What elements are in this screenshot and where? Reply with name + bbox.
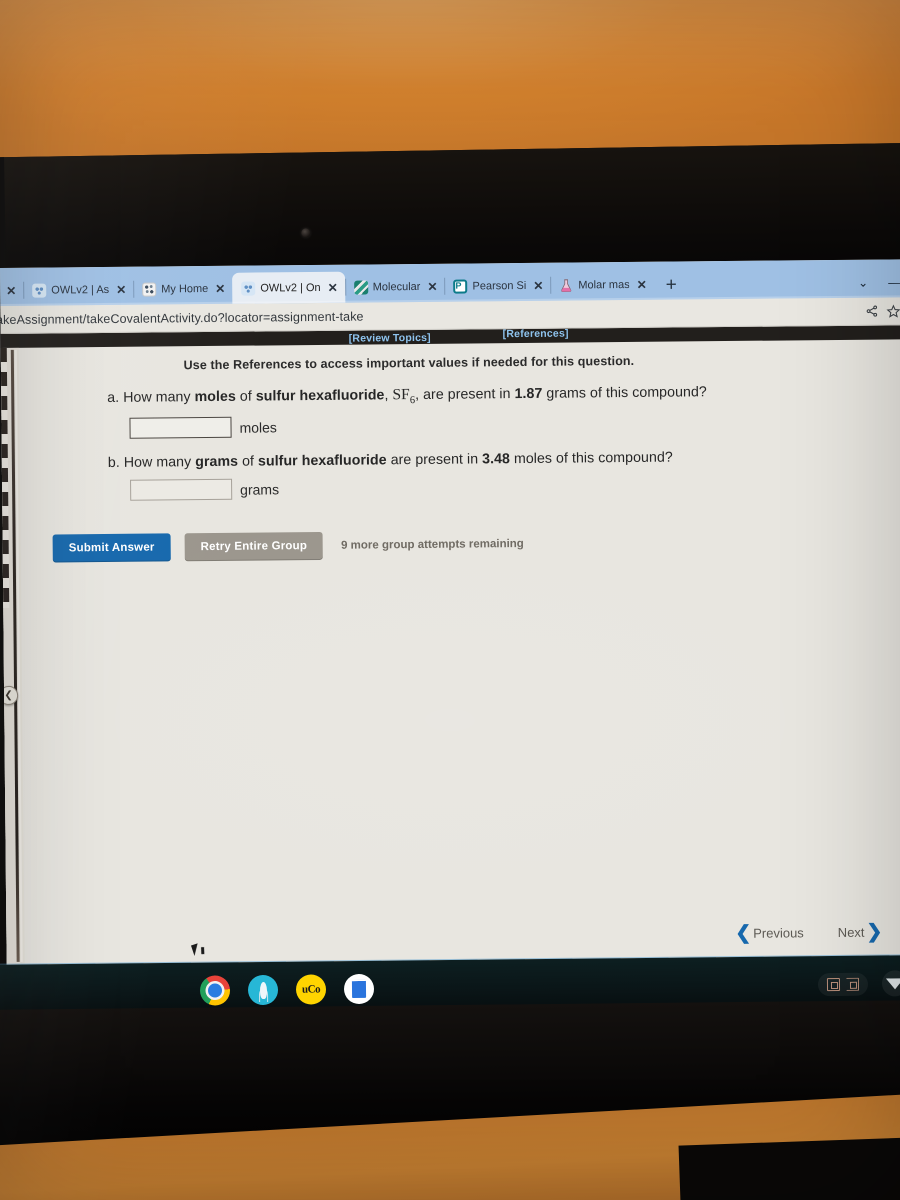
unit-label-grams: grams	[240, 480, 280, 498]
owl-assignment-page: [Review Topics] [References] ❮ Use the R…	[0, 325, 900, 968]
answer-input-grams[interactable]	[130, 478, 233, 501]
attempts-remaining-text: 9 more group attempts remaining	[341, 538, 524, 552]
question-b-pre: How many	[123, 454, 196, 471]
wifi-icon[interactable]	[881, 970, 900, 997]
question-b-amount: 3.48	[482, 451, 510, 468]
tab-title: Molecular	[372, 280, 421, 293]
question-a-bold-compound: sulfur hexafluoride	[255, 387, 385, 405]
system-tray[interactable]	[817, 972, 869, 996]
page-navigation: ❮ Previous Next ❯	[735, 921, 883, 944]
question-b-label: b.	[107, 454, 120, 472]
tab-title: My Home	[161, 282, 209, 295]
answer-row-b: grams	[30, 473, 890, 502]
question-b-mid1: of	[237, 453, 259, 470]
submit-answer-button[interactable]: Submit Answer	[52, 533, 171, 563]
screen-half-icon	[845, 977, 860, 991]
question-a-pre: How many	[123, 389, 195, 406]
browser-tab-molecular[interactable]: Molecular ✕	[345, 271, 445, 303]
retry-entire-group-button[interactable]: Retry Entire Group	[184, 532, 324, 562]
close-icon[interactable]: ✕	[328, 280, 338, 294]
screen-icon	[826, 977, 841, 991]
question-a-label: a.	[107, 389, 120, 406]
question-b-bold-grams: grams	[195, 453, 239, 471]
answer-input-moles[interactable]	[129, 416, 232, 439]
question-a-text: a. How many moles of sulfur hexafluoride…	[29, 381, 889, 409]
next-button[interactable]: Next ❯	[837, 921, 883, 943]
shelf-spacer	[374, 984, 818, 989]
chevron-down-icon[interactable]: ⌄	[848, 276, 878, 298]
owl-icon	[32, 283, 47, 298]
unit-label-moles: moles	[239, 418, 277, 436]
bookmark-star-icon[interactable]	[882, 302, 900, 320]
chevron-right-icon: ❯	[866, 921, 883, 943]
chemical-formula-sf6: SF6	[392, 386, 416, 407]
next-label: Next	[837, 924, 865, 940]
question-a-bold-moles: moles	[194, 388, 236, 406]
chromebook-screen: ✕ OWLv2 | As ✕ My Home ✕ OWLv2 | On ✕ Mo…	[0, 259, 900, 968]
question-a-post: grams of this compound?	[542, 384, 707, 402]
previous-button[interactable]: ❮ Previous	[735, 922, 804, 944]
close-icon[interactable]: ✕	[533, 278, 543, 292]
new-tab-button[interactable]: +	[654, 275, 689, 299]
tab-title: Molar mas	[578, 278, 630, 291]
address-bar-url[interactable]: takeAssignment/takeCovalentActivity.do?l…	[0, 309, 364, 327]
close-icon[interactable]: ✕	[427, 279, 437, 293]
dots-icon	[142, 282, 157, 297]
question-a-mid3: , are present in	[415, 386, 515, 404]
close-icon[interactable]: ✕	[215, 281, 225, 295]
question-content: Use the References to access important v…	[29, 339, 891, 563]
action-buttons-row: Submit Answer Retry Entire Group 9 more …	[31, 527, 891, 563]
uco-icon[interactable]: uCo	[295, 974, 327, 1005]
webcam-icon	[301, 228, 311, 238]
close-icon[interactable]: ✕	[637, 277, 647, 291]
question-a-amount: 1.87	[514, 385, 543, 403]
chrome-icon[interactable]	[199, 975, 231, 1006]
question-b-bold-compound: sulfur hexafluoride	[257, 452, 387, 470]
google-docs-icon[interactable]	[343, 973, 375, 1005]
tab-title: OWLv2 | On	[260, 281, 321, 295]
question-a-mid1: of	[235, 388, 256, 405]
close-icon[interactable]: ✕	[116, 282, 126, 296]
desk-shadow	[678, 1134, 900, 1200]
question-b-post: moles of this compound?	[509, 449, 673, 468]
browser-tab-molar-mass[interactable]: Molar mas ✕	[550, 269, 654, 301]
previous-label: Previous	[753, 925, 804, 941]
molecule-icon	[353, 279, 368, 295]
browser-tab-owlv2-online-active[interactable]: OWLv2 | On ✕	[232, 271, 345, 304]
minimize-icon[interactable]: —	[878, 275, 900, 297]
tab-title: Pearson Si	[472, 279, 527, 292]
photo-scene: ✕ OWLv2 | As ✕ My Home ✕ OWLv2 | On ✕ Mo…	[0, 0, 900, 1200]
answer-row-a: moles	[29, 411, 889, 440]
browser-tab-my-home[interactable]: My Home ✕	[133, 273, 232, 305]
share-icon[interactable]	[860, 302, 882, 320]
close-icon[interactable]: ✕	[6, 283, 16, 297]
tab-title: OWLv2 | As	[51, 283, 110, 297]
question-b-mid3: are present in	[386, 451, 483, 469]
review-topics-link[interactable]: [Review Topics]	[349, 332, 431, 345]
rocket-icon[interactable]	[247, 974, 279, 1006]
browser-tab-pearson[interactable]: P Pearson Si ✕	[444, 270, 550, 302]
question-b-text: b. How many grams of sulfur hexafluoride…	[30, 448, 890, 472]
owl-icon	[241, 281, 256, 296]
shelf-app-icons: uCo	[199, 973, 375, 1006]
mouse-cursor	[190, 943, 202, 956]
browser-tab-owlv2-assignments[interactable]: OWLv2 | As ✕	[23, 274, 133, 306]
flask-icon	[559, 278, 573, 292]
references-link[interactable]: [References]	[503, 328, 569, 341]
pearson-icon: P	[453, 279, 468, 294]
chevron-left-icon: ❮	[735, 922, 752, 944]
browser-tab-partial[interactable]: ✕	[0, 275, 23, 306]
